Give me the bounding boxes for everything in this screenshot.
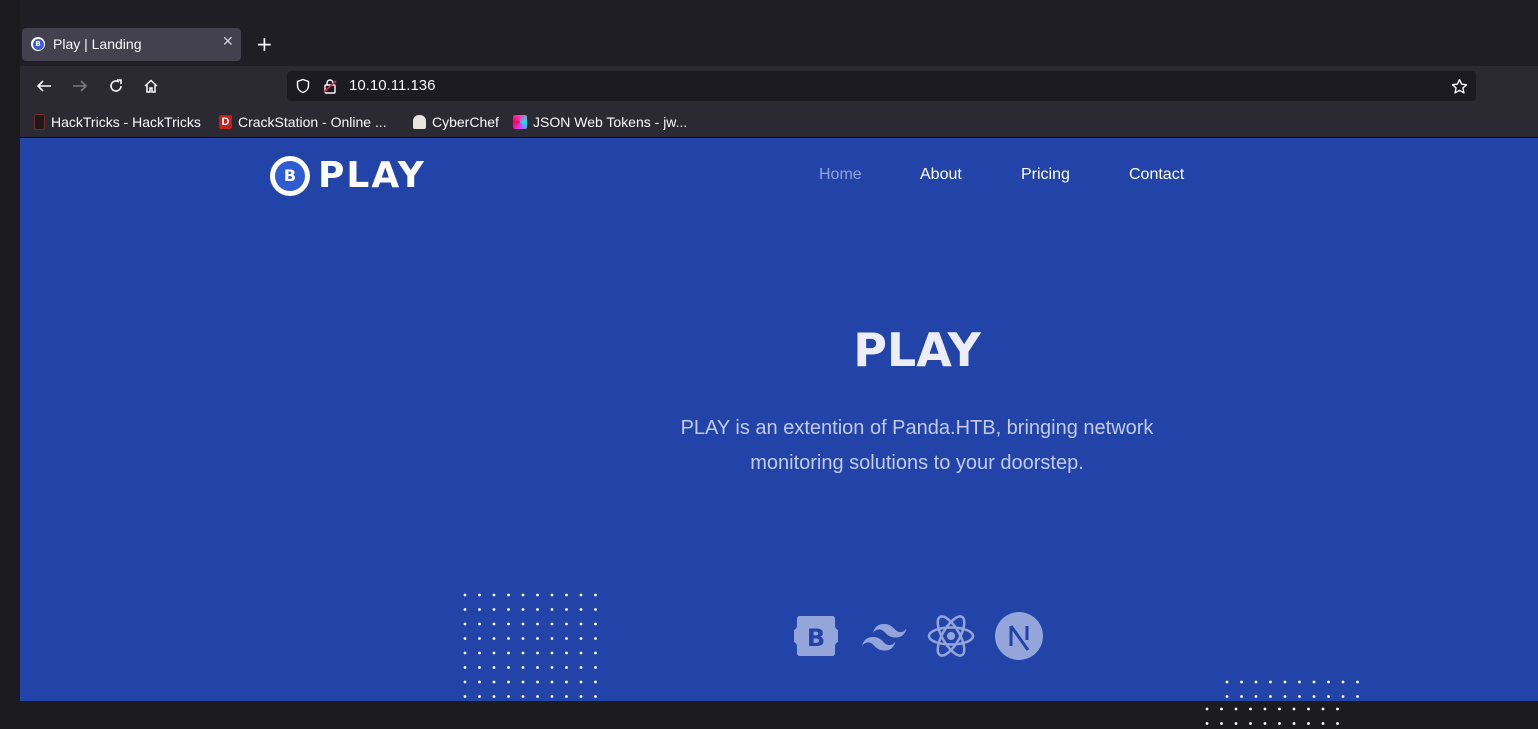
nav-home[interactable]: Home bbox=[819, 166, 862, 184]
bookmarks-toolbar: HackTricks - HackTricks D CrackStation -… bbox=[20, 106, 1538, 138]
svg-text:B: B bbox=[807, 624, 825, 652]
nav-contact[interactable]: Contact bbox=[1129, 166, 1184, 184]
tab-title: Play | Landing bbox=[53, 36, 142, 52]
window-edge bbox=[0, 0, 20, 729]
nav-about[interactable]: About bbox=[920, 166, 962, 184]
dot-pattern-left bbox=[462, 592, 602, 701]
tailwind-icon bbox=[862, 624, 907, 651]
url-text: 10.10.11.136 bbox=[349, 77, 436, 94]
navigation-toolbar: 10.10.11.136 bbox=[20, 66, 1538, 106]
bookmark-label: CrackStation - Online ... bbox=[238, 114, 387, 130]
bookmark-label: CyberChef bbox=[432, 114, 499, 130]
crackstation-icon: D bbox=[219, 115, 232, 129]
home-button[interactable] bbox=[140, 75, 162, 97]
forward-arrow-icon bbox=[73, 80, 88, 92]
nextjs-icon bbox=[995, 612, 1043, 660]
bootstrap-icon: B bbox=[794, 616, 838, 656]
window-bottom-edge bbox=[0, 701, 1538, 729]
cyberchef-icon bbox=[413, 115, 426, 129]
bookmark-crackstation[interactable]: D CrackStation - Online ... bbox=[219, 113, 387, 131]
bookmark-cyberchef[interactable]: CyberChef bbox=[413, 113, 499, 131]
shield-icon[interactable] bbox=[295, 78, 311, 94]
hero-description: PLAY is an extention of Panda.HTB, bring… bbox=[680, 417, 1154, 474]
bookmark-label: HackTricks - HackTricks bbox=[51, 114, 201, 130]
bookmark-label: JSON Web Tokens - jw... bbox=[533, 114, 688, 130]
home-icon bbox=[144, 79, 158, 93]
insecure-lock-icon[interactable] bbox=[322, 78, 338, 94]
hacktricks-icon bbox=[34, 114, 45, 130]
dot-pattern-right bbox=[1224, 679, 1364, 701]
hero-title: PLAY bbox=[853, 323, 981, 377]
site-logo[interactable]: B PLAY bbox=[270, 155, 426, 196]
jwt-icon bbox=[513, 115, 527, 129]
back-button[interactable] bbox=[33, 75, 55, 97]
bookmark-star-icon[interactable] bbox=[1451, 78, 1468, 95]
bookmark-jwt[interactable]: JSON Web Tokens - jw... bbox=[513, 113, 687, 131]
web-page: B PLAY Home About Pricing Contact PLAY P… bbox=[20, 138, 1538, 701]
close-tab-icon[interactable]: ✕ bbox=[222, 34, 234, 50]
bookmark-hacktricks[interactable]: HackTricks - HackTricks bbox=[34, 113, 201, 131]
tab-favicon-icon: B bbox=[31, 37, 45, 51]
reload-icon bbox=[110, 79, 122, 92]
react-icon bbox=[927, 615, 975, 657]
browser-tab[interactable]: B Play | Landing ✕ bbox=[22, 28, 241, 61]
dot-pattern-right-overflow bbox=[1204, 701, 1344, 729]
logo-text: PLAY bbox=[318, 155, 426, 196]
reload-button[interactable] bbox=[105, 75, 127, 97]
forward-button[interactable] bbox=[69, 75, 91, 97]
new-tab-button[interactable]: + bbox=[256, 32, 273, 56]
bootstrap-logo-icon: B bbox=[270, 155, 310, 196]
address-bar[interactable]: 10.10.11.136 bbox=[287, 71, 1476, 101]
tab-bar: B Play | Landing ✕ + bbox=[20, 0, 1538, 66]
nav-pricing[interactable]: Pricing bbox=[1021, 166, 1070, 184]
back-arrow-icon bbox=[36, 80, 51, 92]
